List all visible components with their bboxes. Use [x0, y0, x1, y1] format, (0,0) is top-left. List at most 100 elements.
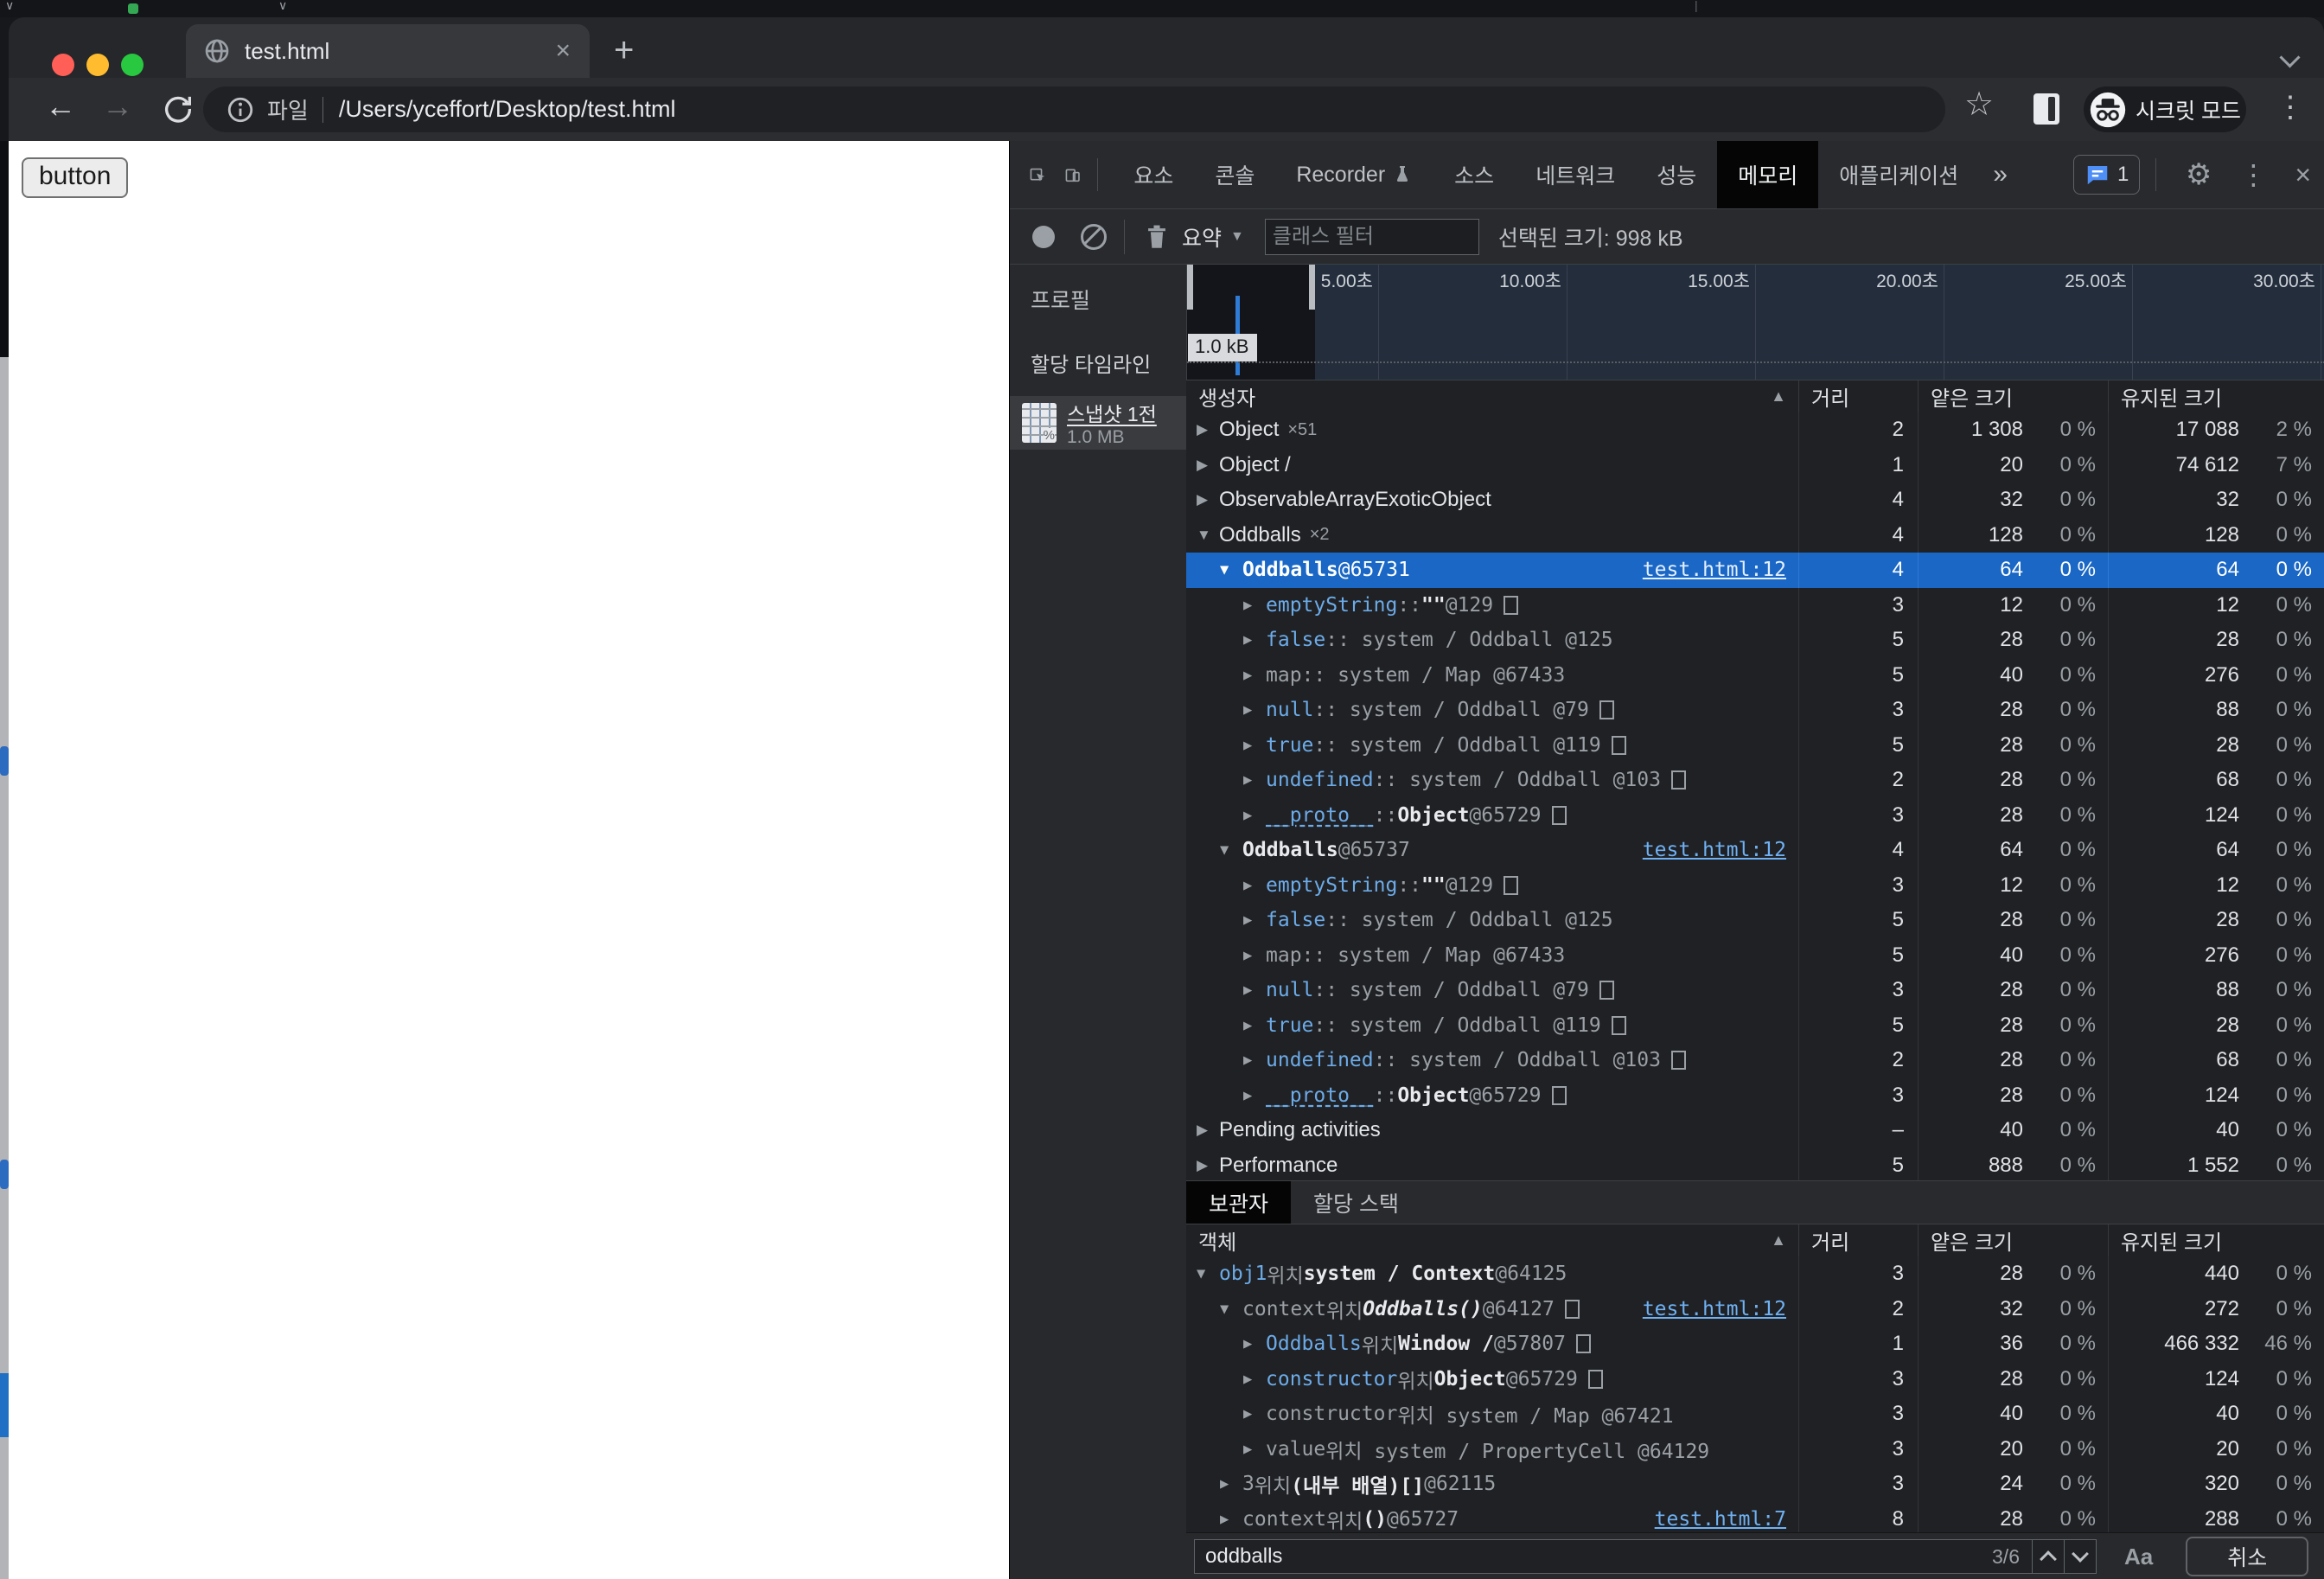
- reveal-object-icon[interactable]: [1588, 1370, 1603, 1389]
- devtools-tab-메모리[interactable]: 메모리: [1717, 141, 1818, 208]
- heap-table-row[interactable]: ▶map :: system / Map @674335400 %2760 %: [1186, 938, 2324, 974]
- source-location-link[interactable]: test.html:12: [1643, 1298, 1798, 1320]
- delete-profile-icon[interactable]: [1142, 222, 1172, 252]
- bookmark-star-icon[interactable]: ☆: [1964, 85, 1994, 124]
- forward-button[interactable]: →: [102, 88, 133, 125]
- close-window-button[interactable]: [52, 54, 74, 76]
- expand-arrow-icon[interactable]: ▶: [1243, 1017, 1266, 1034]
- record-heap-icon[interactable]: [1032, 226, 1055, 248]
- expand-arrow-icon[interactable]: ▶: [1243, 1441, 1266, 1458]
- expand-arrow-icon[interactable]: ▶: [1197, 1157, 1219, 1174]
- heap-table-row[interactable]: ▶__proto__ :: Object @657293280 %1240 %: [1186, 798, 2324, 834]
- reveal-object-icon[interactable]: [1599, 981, 1614, 1000]
- devtools-tab-콘솔[interactable]: 콘솔: [1194, 141, 1275, 208]
- more-tabs-button[interactable]: »: [1979, 160, 2021, 189]
- reveal-object-icon[interactable]: [1504, 876, 1518, 895]
- expand-arrow-icon[interactable]: ▶: [1243, 911, 1266, 929]
- range-handle-right[interactable]: [1309, 265, 1315, 310]
- column-header[interactable]: 거리: [1798, 380, 1918, 412]
- expand-arrow-icon[interactable]: ▶: [1243, 597, 1266, 614]
- reload-button[interactable]: [161, 92, 195, 126]
- issues-badge[interactable]: 1: [2073, 155, 2140, 195]
- expand-arrow-icon[interactable]: ▶: [1243, 667, 1266, 684]
- heap-table-row[interactable]: ▶false :: system / Oddball @1255280 %280…: [1186, 903, 2324, 938]
- reveal-object-icon[interactable]: [1612, 1016, 1626, 1035]
- heap-table-row[interactable]: ▶Object×5121 3080 %17 0882 %: [1186, 412, 2324, 448]
- heap-table-row[interactable]: ▶undefined :: system / Oddball @1032280 …: [1186, 1043, 2324, 1078]
- search-previous-button[interactable]: [2033, 1540, 2064, 1573]
- reveal-object-icon[interactable]: [1671, 1051, 1686, 1070]
- heap-table-row[interactable]: ▶Object /1200 %74 6127 %: [1186, 448, 2324, 483]
- column-header[interactable]: 유지된 크기: [2108, 380, 2324, 412]
- heap-table-row[interactable]: ▶emptyString :: "" @1293120 %120 %: [1186, 588, 2324, 623]
- heap-table-row[interactable]: ▼Oddballs @65731test.html:124640 %640 %: [1186, 553, 2324, 588]
- search-field[interactable]: 3/6: [1194, 1539, 2097, 1574]
- column-header[interactable]: 유지된 크기: [2108, 1224, 2324, 1256]
- collapse-arrow-icon[interactable]: ▼: [1220, 561, 1242, 579]
- expand-arrow-icon[interactable]: ▶: [1243, 981, 1266, 999]
- devtools-menu-icon[interactable]: ⋮: [2225, 158, 2281, 191]
- address-bar[interactable]: 파일 /Users/yceffort/Desktop/test.html: [203, 86, 1945, 132]
- source-location-link[interactable]: test.html:7: [1655, 1508, 1798, 1531]
- heap-table-row[interactable]: ▶ObservableArrayExoticObject4320 %320 %: [1186, 483, 2324, 518]
- devtools-close-icon[interactable]: ×: [2281, 159, 2324, 191]
- devtools-tab-Recorder[interactable]: Recorder: [1275, 141, 1433, 208]
- reveal-object-icon[interactable]: [1612, 736, 1626, 755]
- minimize-window-button[interactable]: [86, 54, 109, 76]
- settings-gear-icon[interactable]: ⚙: [2172, 157, 2225, 192]
- browser-menu-icon[interactable]: ⋮: [2276, 90, 2305, 125]
- heap-table-row[interactable]: ▶true :: system / Oddball @1195280 %280 …: [1186, 728, 2324, 764]
- inspect-element-icon[interactable]: [1029, 159, 1045, 190]
- expand-arrow-icon[interactable]: ▶: [1243, 701, 1266, 719]
- retainers-tab-할당 스택[interactable]: 할당 스택: [1291, 1181, 1421, 1224]
- heap-table-row[interactable]: ▶null :: system / Oddball @793280 %880 %: [1186, 973, 2324, 1008]
- retainer-row[interactable]: ▶context 위치 () @65727test.html:78280 %28…: [1186, 1502, 2324, 1533]
- column-header[interactable]: 얕은 크기: [1918, 380, 2108, 412]
- column-header[interactable]: 얕은 크기: [1918, 1224, 2108, 1256]
- side-panel-icon[interactable]: [2034, 93, 2059, 125]
- heap-table-row[interactable]: ▶__proto__ :: Object @657293280 %1240 %: [1186, 1078, 2324, 1114]
- column-header[interactable]: 생성자▲: [1186, 380, 1798, 412]
- retainer-row[interactable]: ▶value 위치 system / PropertyCell @6412932…: [1186, 1432, 2324, 1467]
- expand-arrow-icon[interactable]: ▶: [1243, 1405, 1266, 1422]
- expand-arrow-icon[interactable]: ▶: [1243, 877, 1266, 894]
- reveal-object-icon[interactable]: [1565, 1300, 1580, 1319]
- reveal-object-icon[interactable]: [1599, 700, 1614, 719]
- devtools-tab-요소[interactable]: 요소: [1113, 141, 1194, 208]
- tab-close-icon[interactable]: ×: [555, 36, 571, 66]
- reveal-object-icon[interactable]: [1552, 806, 1567, 825]
- heap-table-row[interactable]: ▶true :: system / Oddball @1195280 %280 …: [1186, 1008, 2324, 1044]
- info-icon[interactable]: [226, 95, 255, 125]
- retainer-row[interactable]: ▼obj1 위치 system / Context @641253280 %44…: [1186, 1256, 2324, 1292]
- source-location-link[interactable]: test.html:12: [1643, 559, 1798, 581]
- expand-arrow-icon[interactable]: ▶: [1243, 771, 1266, 789]
- device-toolbar-icon[interactable]: [1064, 159, 1081, 190]
- expand-arrow-icon[interactable]: ▶: [1243, 737, 1266, 754]
- retainer-row[interactable]: ▶3 위치 (내부 배열)[] @621153240 %3200 %: [1186, 1467, 2324, 1502]
- heap-table-row[interactable]: ▶null :: system / Oddball @793280 %880 %: [1186, 693, 2324, 728]
- retainer-row[interactable]: ▶Oddballs 위치 Window / @578071360 %466 33…: [1186, 1326, 2324, 1362]
- collapse-arrow-icon[interactable]: ▼: [1220, 841, 1242, 859]
- expand-arrow-icon[interactable]: ▶: [1243, 631, 1266, 649]
- reveal-object-icon[interactable]: [1504, 596, 1518, 615]
- heap-table-row[interactable]: ▶emptyString :: "" @1293120 %120 %: [1186, 868, 2324, 904]
- heap-table-row[interactable]: ▼Oddballs @65737test.html:124640 %640 %: [1186, 833, 2324, 868]
- expand-arrow-icon[interactable]: ▶: [1243, 1087, 1266, 1104]
- reveal-object-icon[interactable]: [1576, 1334, 1591, 1353]
- collapse-arrow-icon[interactable]: ▼: [1220, 1301, 1242, 1318]
- expand-arrow-icon[interactable]: ▶: [1243, 807, 1266, 824]
- collapse-arrow-icon[interactable]: ▼: [1197, 1265, 1219, 1282]
- expand-arrow-icon[interactable]: ▶: [1243, 1335, 1266, 1352]
- retainer-row[interactable]: ▶constructor 위치 system / Map @674213400 …: [1186, 1397, 2324, 1432]
- heap-table-row[interactable]: ▶Performance58880 %1 5520 %: [1186, 1148, 2324, 1181]
- heap-table-row[interactable]: ▶Pending activities–400 %400 %: [1186, 1113, 2324, 1148]
- range-handle-left[interactable]: [1187, 265, 1193, 310]
- cancel-search-button[interactable]: 취소: [2186, 1537, 2308, 1576]
- zoom-window-button[interactable]: [121, 54, 144, 76]
- heap-table-row[interactable]: ▶map :: system / Map @674335400 %2760 %: [1186, 658, 2324, 694]
- heap-table-row[interactable]: ▶false :: system / Oddball @1255280 %280…: [1186, 623, 2324, 658]
- devtools-tab-성능[interactable]: 성능: [1636, 141, 1717, 208]
- column-header[interactable]: 거리: [1798, 1224, 1918, 1256]
- page-button[interactable]: button: [22, 157, 128, 198]
- expand-arrow-icon[interactable]: ▶: [1243, 947, 1266, 964]
